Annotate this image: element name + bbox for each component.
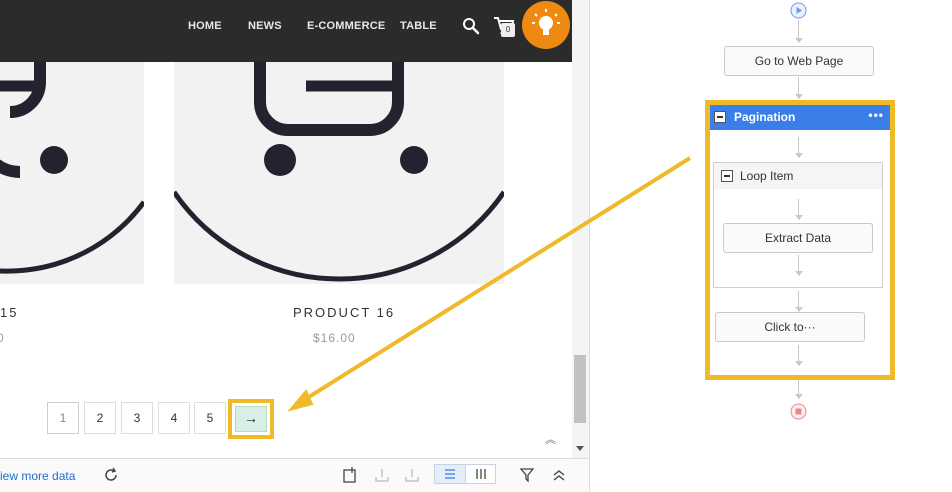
data-preview-toolbar: iew more data [0,458,589,492]
pagination-header[interactable]: Pagination ••• [710,105,890,130]
product-price: $16.00 [313,331,356,345]
product-image[interactable] [0,62,144,284]
page-button-1[interactable]: 1 [47,402,79,434]
page-button-3[interactable]: 3 [121,402,153,434]
page-button-5[interactable]: 5 [194,402,226,434]
next-page-button[interactable]: → [235,406,267,432]
nav-ecommerce[interactable]: E-COMMERCE [307,20,385,32]
loop-item-step[interactable]: Loop Item Extract Data [713,162,883,288]
scrollbar-thumb[interactable] [574,355,586,423]
pagination-step[interactable]: Pagination ••• Loop Item Extract Data Cl… [705,100,895,380]
collapse-icon[interactable] [714,111,726,123]
play-icon[interactable] [790,2,807,19]
search-icon[interactable] [462,17,480,35]
product-price: 0 [0,331,5,345]
pagination-title: Pagination [734,110,796,124]
export-icon[interactable] [341,466,359,484]
upload-icon[interactable] [403,466,421,484]
product-image[interactable] [174,62,504,284]
click-to-step[interactable]: Click to··· [715,312,865,342]
nav-table[interactable]: TABLE [400,20,437,32]
view-toggle-group [434,464,496,484]
scroll-top-icon[interactable]: ︽ [545,431,556,447]
product-name[interactable]: PRODUCT 16 [293,305,395,320]
page-button-2[interactable]: 2 [84,402,116,434]
list-view-icon[interactable] [435,465,466,483]
scroll-down-arrow-icon[interactable] [576,446,584,451]
more-options-icon[interactable]: ••• [868,108,884,122]
workflow-pane: Go to Web Page Pagination ••• Loop Item … [591,0,952,492]
page-button-4[interactable]: 4 [158,402,190,434]
refresh-icon[interactable] [102,466,120,484]
filter-icon[interactable] [518,466,536,484]
collapse-panel-icon[interactable] [550,466,568,484]
stop-icon[interactable] [790,403,807,420]
collapse-icon[interactable] [721,170,733,182]
nav-home[interactable]: HOME [188,20,222,32]
loop-item-header[interactable]: Loop Item [714,163,882,189]
browser-pane: HOME NEWS E-COMMERCE TABLE 0 15 PRODUCT … [0,0,590,492]
column-view-icon[interactable] [466,465,496,483]
lightbulb-icon[interactable] [522,1,570,49]
download-icon[interactable] [373,466,391,484]
top-navigation-bar: HOME NEWS E-COMMERCE TABLE 0 [0,0,572,62]
loop-item-title: Loop Item [740,169,794,183]
go-to-web-page-step[interactable]: Go to Web Page [724,46,874,76]
product-name[interactable]: 15 [0,305,18,320]
extract-data-step[interactable]: Extract Data [723,223,873,253]
nav-news[interactable]: NEWS [248,20,282,32]
next-page-highlight: → [228,399,274,439]
view-more-data-link[interactable]: iew more data [0,469,75,483]
cart-count-badge: 0 [501,23,515,37]
